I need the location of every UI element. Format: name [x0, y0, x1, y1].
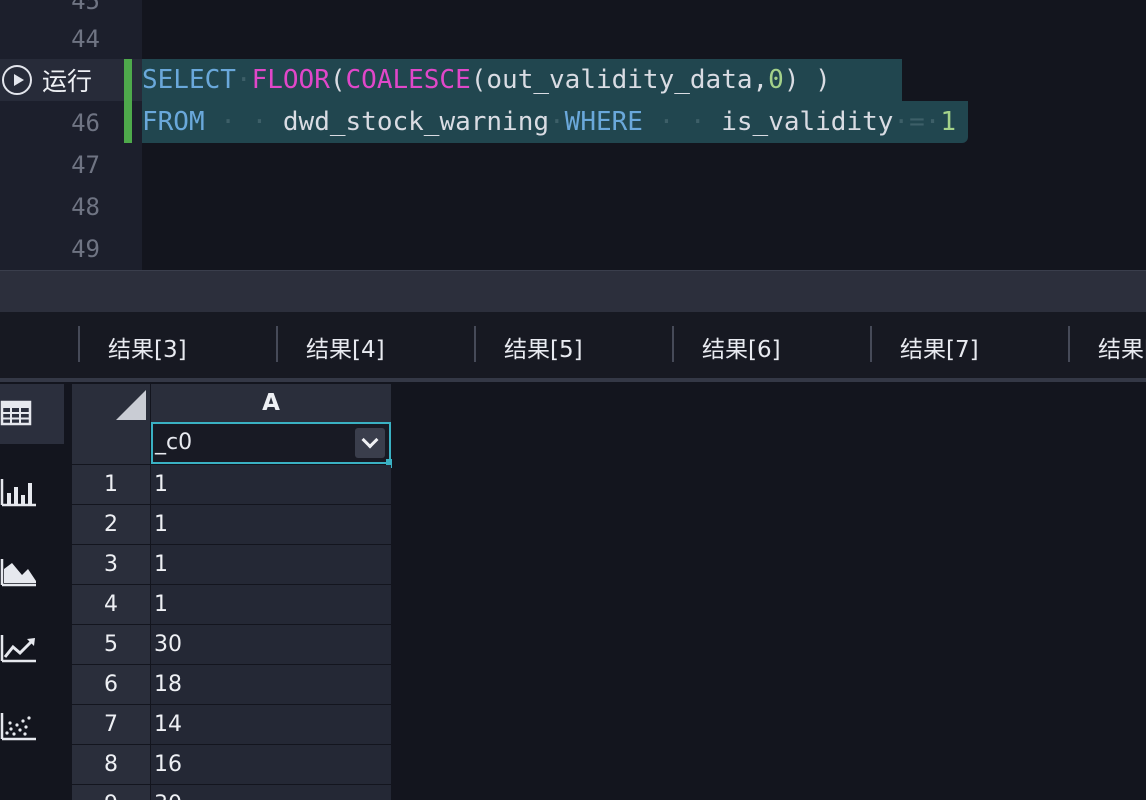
- table-name: dwd_stock_warning: [282, 107, 550, 137]
- bar-chart-icon: [0, 479, 36, 507]
- select-all-corner[interactable]: [72, 384, 150, 464]
- line-gutter: 45 44 运行 46 47 48 49: [0, 0, 142, 270]
- function-name: COALESCE: [345, 65, 471, 95]
- play-icon: [2, 65, 32, 95]
- sql-editor[interactable]: 45 44 运行 46 47 48 49 SELECT·FLOOR(COALES…: [0, 0, 1146, 270]
- table-icon: [0, 400, 32, 426]
- row-number: 2: [72, 505, 150, 544]
- table-cell[interactable]: 18: [151, 665, 391, 704]
- gutter-line: 47: [0, 143, 142, 185]
- changed-line-marker: [124, 59, 132, 101]
- result-tabs: 结果[3] 结果[4] 结果[5] 结果[6] 结果[7] 结果[8]: [0, 312, 1146, 382]
- function-name: FLOOR: [251, 65, 330, 95]
- tab-label: 结果[6]: [702, 337, 781, 363]
- operator: =: [909, 107, 925, 137]
- keyword: SELECT: [142, 65, 236, 95]
- code-text: (: [329, 65, 346, 95]
- tab-result-6[interactable]: 结果[6]: [672, 326, 870, 363]
- tab-result-4[interactable]: 结果[4]: [276, 326, 474, 363]
- keyword: FROM: [142, 107, 205, 137]
- number-literal: 1: [940, 107, 957, 137]
- gutter-line: 44: [0, 17, 142, 59]
- number-literal: 0: [768, 65, 784, 95]
- field-header-cell[interactable]: _c0: [151, 422, 391, 464]
- gutter-line-run: 运行: [0, 59, 142, 101]
- bar-chart-button[interactable]: [0, 462, 64, 522]
- table-cell[interactable]: 30: [151, 625, 391, 664]
- table-row[interactable]: 6 18: [72, 665, 392, 705]
- row-number: 8: [72, 745, 150, 784]
- table-cell[interactable]: 1: [151, 545, 391, 584]
- select-all-icon: [116, 390, 146, 420]
- table-row[interactable]: 5 30: [72, 625, 392, 665]
- table-row[interactable]: 1 1: [72, 465, 392, 505]
- table-cell[interactable]: 14: [151, 705, 391, 744]
- code-line-from[interactable]: FROM · · dwd_stock_warning·WHERE · · is_…: [142, 101, 956, 143]
- tab-result-3[interactable]: 结果[3]: [78, 326, 276, 363]
- table-row[interactable]: 4 1: [72, 585, 392, 625]
- table-row[interactable]: 7 14: [72, 705, 392, 745]
- tab-label: 结果[7]: [900, 337, 979, 363]
- row-number: 6: [72, 665, 150, 704]
- area-chart-button[interactable]: [0, 542, 64, 602]
- area-chart-icon: [0, 559, 36, 587]
- table-row[interactable]: 2 1: [72, 505, 392, 545]
- table-cell[interactable]: 1: [151, 505, 391, 544]
- line-chart-icon: [0, 635, 36, 663]
- run-label: 运行: [42, 67, 93, 96]
- keyword: WHERE: [564, 107, 643, 137]
- field-name: _c0: [155, 430, 193, 455]
- column-name: is_validity: [721, 107, 894, 137]
- line-number: 49: [71, 235, 100, 263]
- tab-result-7[interactable]: 结果[7]: [870, 326, 1068, 363]
- tab-label: 结果[5]: [504, 337, 583, 363]
- code-text: (out_validity_data,: [470, 65, 769, 95]
- line-number: 48: [71, 193, 100, 221]
- table-view-button[interactable]: [0, 384, 64, 444]
- gutter-line: 49: [0, 227, 142, 269]
- table-row[interactable]: 3 1: [72, 545, 392, 585]
- panel-splitter[interactable]: [0, 270, 1146, 312]
- line-number: 45: [71, 0, 100, 15]
- line-number: 44: [71, 25, 100, 53]
- table-cell[interactable]: 1: [151, 465, 391, 504]
- row-number: 5: [72, 625, 150, 664]
- tab-label: 结果[4]: [306, 337, 385, 363]
- line-number: 46: [71, 109, 100, 137]
- table-row[interactable]: 8 16: [72, 745, 392, 785]
- line-number: 47: [71, 151, 100, 179]
- row-number: 4: [72, 585, 150, 624]
- scatter-chart-button[interactable]: [0, 696, 64, 756]
- chevron-down-icon[interactable]: [355, 428, 385, 458]
- table-cell[interactable]: 16: [151, 745, 391, 784]
- tab-label: 结果[3]: [108, 337, 187, 363]
- line-chart-button[interactable]: [0, 618, 64, 678]
- table-cell[interactable]: 1: [151, 585, 391, 624]
- tabs-divider: [0, 378, 1146, 382]
- table-cell[interactable]: 30: [151, 785, 391, 800]
- row-number: 1: [72, 465, 150, 504]
- row-number: 7: [72, 705, 150, 744]
- view-switcher: [0, 384, 64, 800]
- tab-result-5[interactable]: 结果[5]: [474, 326, 672, 363]
- table-row[interactable]: 9 30: [72, 785, 392, 800]
- tab-result-8[interactable]: 结果[8]: [1068, 326, 1146, 363]
- run-button[interactable]: 运行: [2, 64, 92, 96]
- column-header-a[interactable]: A: [151, 384, 391, 422]
- gutter-line: 46: [0, 101, 142, 143]
- gutter-line: 48: [0, 185, 142, 227]
- code-line-select[interactable]: SELECT·FLOOR(COALESCE(out_validity_data,…: [142, 59, 831, 101]
- scatter-chart-icon: [0, 713, 36, 741]
- row-number: 3: [72, 545, 150, 584]
- tab-label: 结果[8]: [1098, 337, 1146, 363]
- changed-line-marker: [124, 101, 132, 143]
- code-text: ) ): [783, 65, 831, 95]
- result-grid[interactable]: A _c0 1 1 2 1 3 1 4 1 5 30 6 18 7 14 8 1…: [72, 384, 392, 800]
- row-number: 9: [72, 785, 150, 800]
